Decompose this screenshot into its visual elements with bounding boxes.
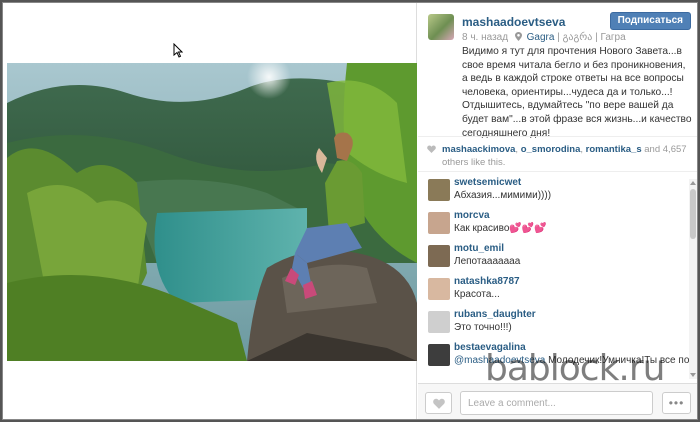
avatar[interactable] (428, 179, 450, 201)
comment-input[interactable] (460, 391, 653, 415)
follow-button[interactable]: Подписаться (609, 12, 691, 30)
comment-username[interactable]: natashka8787 (454, 276, 697, 288)
avatar[interactable] (428, 245, 450, 267)
post-time[interactable]: 8 ч. назад (462, 32, 508, 43)
like-button[interactable] (425, 392, 452, 414)
comment-footer: ••• (418, 383, 697, 419)
comments-scrollbar[interactable] (689, 179, 697, 379)
instagram-post-window: mashaadoevtseva Подписаться 8 ч. назад G… (2, 2, 698, 420)
author-username[interactable]: mashaadoevtseva (462, 15, 565, 29)
avatar[interactable] (428, 344, 450, 366)
list-item: rubans_daughter Это точно!!!) (418, 305, 697, 338)
comment-text: @mashaadoevtseva Молодечик!Умничка!Ты вс… (454, 354, 697, 367)
avatar[interactable] (428, 311, 450, 333)
mention-link[interactable]: @mashaadoevtseva (454, 355, 545, 366)
list-item: bestaevagalina @mashaadoevtseva Молодечи… (418, 338, 697, 371)
comment-username[interactable]: morcva (454, 210, 697, 222)
post-sidebar: mashaadoevtseva Подписаться 8 ч. назад G… (418, 3, 697, 419)
liker-link[interactable]: romantika_s (586, 144, 642, 155)
list-item: morcva Как красиво💕💕💕 (418, 206, 697, 239)
likes-others-text: others like this. (442, 157, 506, 168)
likes-and: and (641, 144, 663, 155)
heart-icon (433, 398, 445, 409)
comment-text: Абхазия...мимими)))) (454, 190, 552, 201)
comments-list: swetsemicwet Абхазия...мимими)))) morcva… (418, 173, 697, 381)
location-pin-icon (514, 32, 522, 41)
scroll-down-icon[interactable] (690, 373, 696, 377)
comment-username[interactable]: rubans_daughter (454, 309, 697, 321)
location-extra: | გაგრა | Гагра (557, 32, 626, 43)
avatar[interactable] (428, 14, 454, 40)
post-caption: Видимо я тут для прочтения Нового Завета… (462, 46, 692, 139)
post-meta: 8 ч. назад Gagra | გაგრა | Гагра (462, 32, 626, 43)
comment-text: Лепотааааааа (454, 256, 521, 267)
mouse-cursor-icon (173, 42, 184, 61)
location-link[interactable]: Gagra (527, 32, 555, 43)
scroll-up-icon[interactable] (690, 181, 696, 185)
comment-username[interactable]: bestaevagalina (454, 342, 697, 354)
scroll-thumb[interactable] (690, 189, 696, 239)
more-options-button[interactable]: ••• (662, 392, 691, 414)
avatar[interactable] (428, 278, 450, 300)
comment-text-body: Молодечик!Умничка!Ты все поймешь!Только … (548, 355, 697, 366)
photo-panel (3, 3, 417, 419)
list-item: motu_emil Лепотааааааа (418, 239, 697, 272)
avatar[interactable] (428, 212, 450, 234)
list-item: natashka8787 Красота... (418, 272, 697, 305)
comment-username[interactable]: swetsemicwet (454, 177, 697, 189)
heart-icon (427, 145, 436, 153)
comment-text: Это точно!!!) (454, 322, 512, 333)
comment-text: Красота... (454, 289, 500, 300)
liker-link[interactable]: mashaackimova (442, 144, 515, 155)
liker-link[interactable]: o_smorodina (521, 144, 581, 155)
comment-username[interactable]: motu_emil (454, 243, 697, 255)
list-item: swetsemicwet Абхазия...мимими)))) (418, 173, 697, 206)
likes-count[interactable]: 4,657 (663, 144, 687, 155)
comment-text: Как красиво💕💕💕 (454, 223, 547, 234)
post-header: mashaadoevtseva Подписаться 8 ч. назад G… (418, 3, 697, 139)
post-photo[interactable] (7, 63, 417, 361)
likes-summary: mashaackimova, o_smorodina, romantika_s … (418, 136, 697, 172)
